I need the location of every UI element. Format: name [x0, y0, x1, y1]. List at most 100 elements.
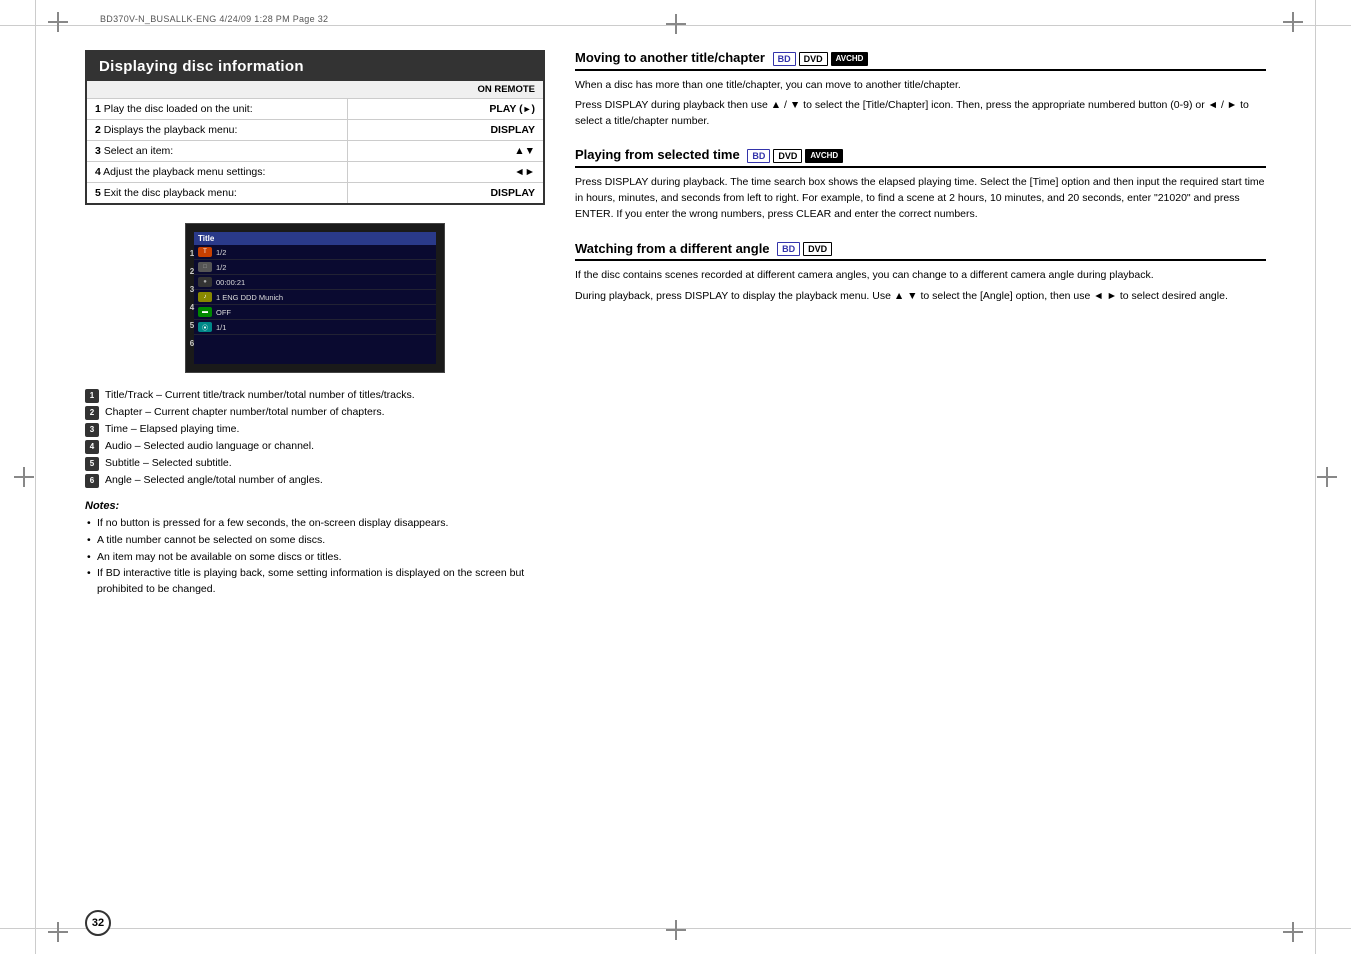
content-area: Displaying disc information ON REMOTE 1 … [85, 50, 1266, 904]
tv-row-icon: □ [198, 262, 212, 272]
tv-row: ▬ OFF [194, 305, 436, 320]
numbered-item: 3 Time – Elapsed playing time. [85, 422, 545, 437]
format-badges: BDDVDAVCHD [747, 149, 843, 163]
section-body-playing-selected: Press DISPLAY during playback. The time … [575, 174, 1266, 223]
step-badge: 5 [85, 457, 99, 471]
on-remote-header: ON REMOTE [87, 81, 543, 99]
section-paragraph: Press DISPLAY during playback. The time … [575, 174, 1266, 223]
tv-row: ⦿ 1/1 [194, 320, 436, 335]
item-text: Audio – Selected audio language or chann… [105, 439, 314, 454]
step-label: 2 Displays the playback menu: [87, 120, 347, 141]
left-column: Displaying disc information ON REMOTE 1 … [85, 50, 545, 904]
step-action: ▲▼ [347, 141, 543, 162]
section-paragraph: If the disc contains scenes recorded at … [575, 267, 1266, 283]
format-badge-bd: BD [747, 149, 770, 163]
tv-inner: Title T 1/2 □ 1/2 ● 00:00:21 ♪ 1 ENG DDD… [194, 232, 436, 364]
note-item: A title number cannot be selected on som… [85, 533, 545, 549]
section-paragraph: Press DISPLAY during playback then use ▲… [575, 97, 1266, 130]
disc-info-title: Displaying disc information [87, 52, 543, 81]
format-badge-avchd: AVCHD [805, 149, 843, 163]
page-number: 32 [85, 910, 111, 936]
format-badge-dvd: DVD [773, 149, 802, 163]
trim-mark-bottom-right [1283, 922, 1303, 942]
section-title-moving: Moving to another title/chapter BDDVDAVC… [575, 50, 1266, 71]
tv-row-icon: ▬ [198, 307, 212, 317]
right-column: Moving to another title/chapter BDDVDAVC… [575, 50, 1266, 904]
numbered-item: 4 Audio – Selected audio language or chan… [85, 439, 545, 454]
numbered-items-list: 1 Title/Track – Current title/track numbe… [85, 388, 545, 488]
tv-row-number: 6 [186, 334, 198, 352]
trim-mark-top-left [48, 12, 68, 32]
tv-title-bar: Title [194, 232, 436, 245]
item-text: Time – Elapsed playing time. [105, 422, 239, 437]
section-moving: Moving to another title/chapter BDDVDAVC… [575, 50, 1266, 129]
tv-row-number: 4 [186, 298, 198, 316]
tv-row-icon: ♪ [198, 292, 212, 302]
step-action: PLAY (►) [347, 99, 543, 120]
section-playing-selected: Playing from selected time BDDVDAVCHD Pr… [575, 147, 1266, 222]
trim-mark-mid-right [1317, 467, 1337, 487]
section-body-moving: When a disc has more than one title/chap… [575, 77, 1266, 130]
format-badge-dvd: DVD [803, 242, 832, 256]
trim-mark-top-right [1283, 12, 1303, 32]
notes-section: Notes: If no button is pressed for a few… [85, 500, 545, 598]
note-item: An item may not be available on some dis… [85, 550, 545, 566]
format-badges: BDDVDAVCHD [773, 52, 869, 66]
step-badge: 1 [85, 389, 99, 403]
notes-title: Notes: [85, 500, 545, 512]
step-badge: 4 [85, 440, 99, 454]
tv-row-label: 1/2 [216, 248, 226, 257]
item-text: Subtitle – Selected subtitle. [105, 456, 232, 471]
format-badge-avchd: AVCHD [831, 52, 869, 66]
tv-row-number: 3 [186, 280, 198, 298]
format-badge-bd: BD [777, 242, 800, 256]
step-action: DISPLAY [347, 120, 543, 141]
tv-row-icon: ● [198, 277, 212, 287]
note-item: If no button is pressed for a few second… [85, 516, 545, 532]
trim-mark-mid-left [14, 467, 34, 487]
step-action: DISPLAY [347, 183, 543, 204]
item-text: Chapter – Current chapter number/total n… [105, 405, 385, 420]
tv-row: □ 1/2 [194, 260, 436, 275]
trim-mark-bottom-left [48, 922, 68, 942]
section-watching-angle: Watching from a different angle BDDVD If… [575, 241, 1266, 304]
tv-row-number: 5 [186, 316, 198, 334]
format-badges: BDDVD [777, 242, 832, 256]
notes-list: If no button is pressed for a few second… [85, 516, 545, 598]
section-body-watching-angle: If the disc contains scenes recorded at … [575, 267, 1266, 304]
item-text: Title/Track – Current title/track number… [105, 388, 415, 403]
disc-info-table: ON REMOTE 1 Play the disc loaded on the … [87, 81, 543, 203]
section-title-playing-selected: Playing from selected time BDDVDAVCHD [575, 147, 1266, 168]
tv-row-number: 2 [186, 262, 198, 280]
note-item: If BD interactive title is playing back,… [85, 566, 545, 598]
step-badge: 3 [85, 423, 99, 437]
header-text: BD370V-N_BUSALLK-ENG 4/24/09 1:28 PM Pag… [100, 14, 328, 24]
format-badge-dvd: DVD [799, 52, 828, 66]
section-title-watching-angle: Watching from a different angle BDDVD [575, 241, 1266, 262]
tv-screen: Title T 1/2 □ 1/2 ● 00:00:21 ♪ 1 ENG DDD… [185, 223, 445, 373]
step-label: 1 Play the disc loaded on the unit: [87, 99, 347, 120]
numbered-item: 1 Title/Track – Current title/track numbe… [85, 388, 545, 403]
step-badge: 2 [85, 406, 99, 420]
trim-mark-bottom-center [666, 920, 686, 940]
trim-mark-top-center [666, 14, 686, 34]
tv-row-number: 1 [186, 244, 198, 262]
step-label: 3 Select an item: [87, 141, 347, 162]
tv-row-icon: T [198, 247, 212, 257]
step-label: 4 Adjust the playback menu settings: [87, 162, 347, 183]
tv-row: ♪ 1 ENG DDD Munich [194, 290, 436, 305]
tv-row: ● 00:00:21 [194, 275, 436, 290]
numbered-item: 6 Angle – Selected angle/total number of … [85, 473, 545, 488]
step-badge: 6 [85, 474, 99, 488]
tv-row-label: 1 ENG DDD Munich [216, 293, 283, 302]
tv-row-label: 00:00:21 [216, 278, 245, 287]
disc-info-box: Displaying disc information ON REMOTE 1 … [85, 50, 545, 205]
tv-row-label: 1/1 [216, 323, 226, 332]
step-label: 5 Exit the disc playback menu: [87, 183, 347, 204]
tv-row: T 1/2 [194, 245, 436, 260]
tv-row-label: OFF [216, 308, 231, 317]
item-text: Angle – Selected angle/total number of a… [105, 473, 323, 488]
numbered-item: 5 Subtitle – Selected subtitle. [85, 456, 545, 471]
format-badge-bd: BD [773, 52, 796, 66]
section-paragraph: When a disc has more than one title/chap… [575, 77, 1266, 93]
